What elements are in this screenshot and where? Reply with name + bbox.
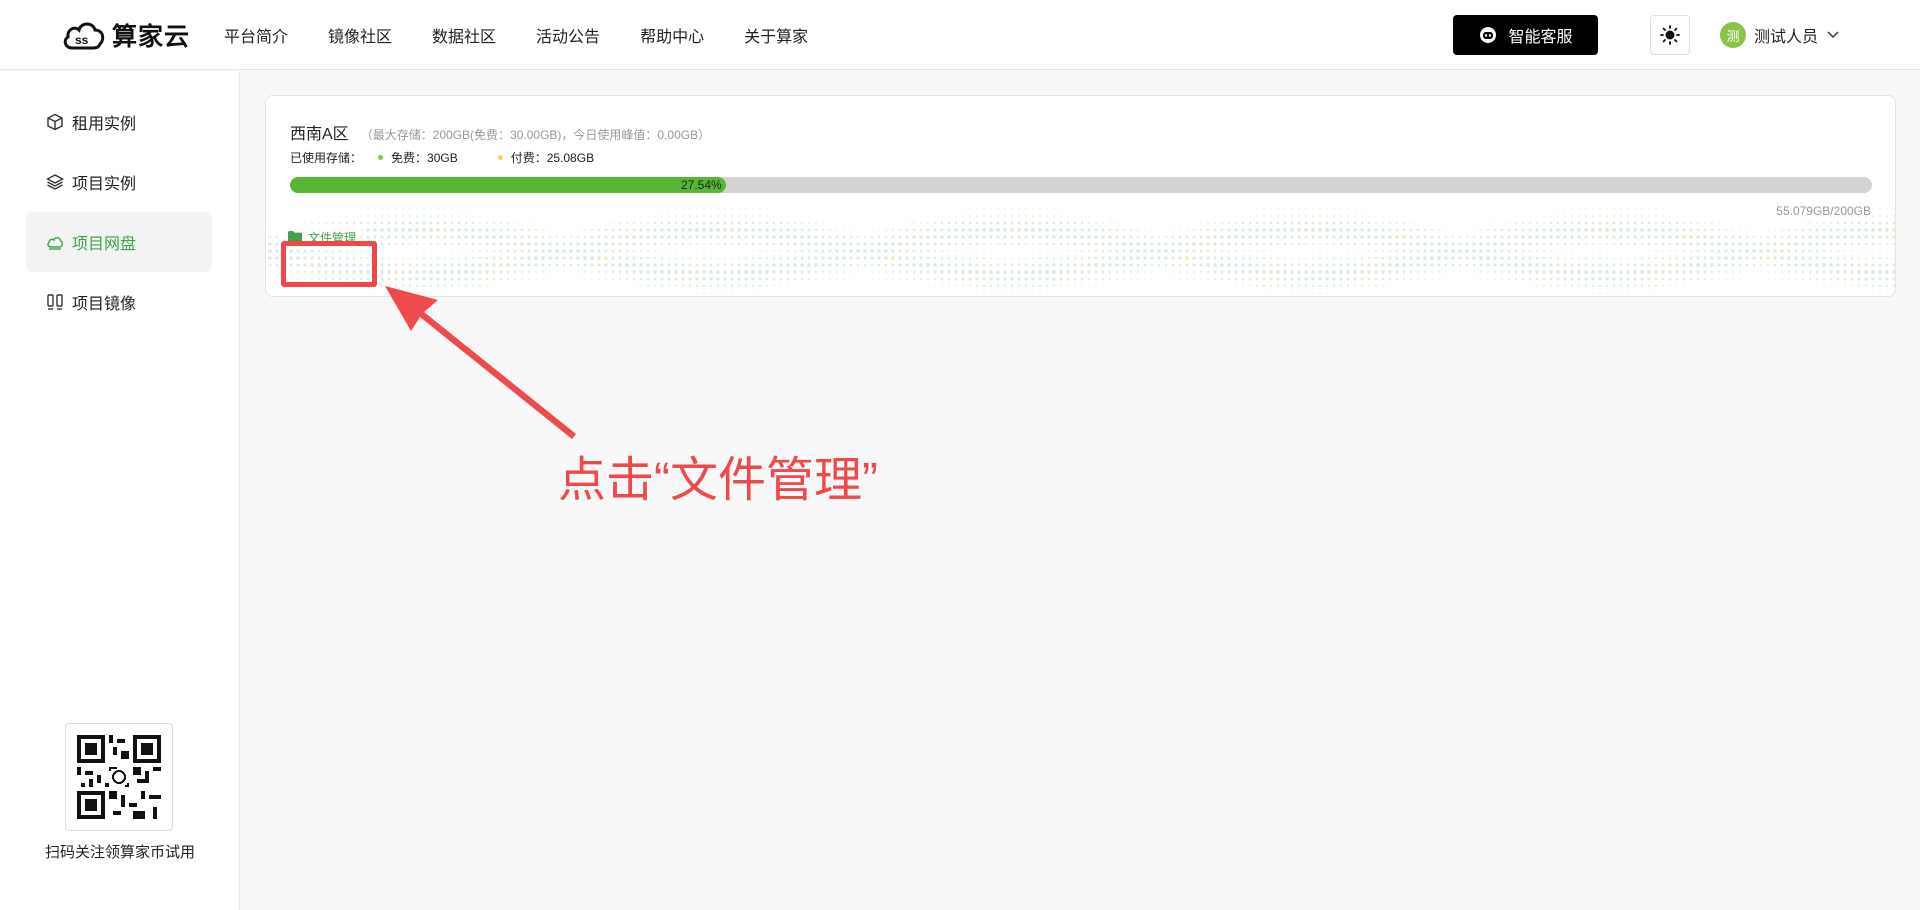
- sidebar-item-label: 租用实例: [72, 116, 137, 133]
- nav-image-community[interactable]: 镜像社区: [328, 23, 392, 47]
- free-dot-icon: [378, 155, 384, 160]
- cloud-logo-icon: ss: [63, 22, 105, 50]
- smart-service-label: 智能客服: [1508, 29, 1573, 46]
- user-name: 测试人员: [1754, 29, 1819, 46]
- sidebar-item-label: 项目实例: [72, 176, 137, 193]
- nav-announcements[interactable]: 活动公告: [536, 23, 600, 47]
- sun-icon: [1660, 25, 1680, 45]
- robot-icon: [1480, 27, 1497, 43]
- avatar: 测: [1720, 22, 1746, 48]
- svg-text:ss: ss: [75, 33, 89, 47]
- main-nav: 平台简介 镜像社区 数据社区 活动公告 帮助中心 关于算家: [224, 0, 848, 70]
- region-header: 西南A区 （最大存储：200GB(免费：30.00GB)，今日使用峰值：0.00…: [290, 120, 710, 144]
- cloud-icon: [47, 236, 64, 250]
- user-menu[interactable]: 测 测试人员: [1720, 15, 1840, 55]
- smart-service-button[interactable]: 智能客服: [1453, 15, 1598, 55]
- progress-percent: 27.54%: [680, 178, 722, 192]
- nav-platform-intro[interactable]: 平台简介: [224, 23, 288, 47]
- sidebar-item-project-image[interactable]: 项目镜像: [26, 272, 212, 332]
- logo[interactable]: ss 算家云: [62, 12, 190, 58]
- layers-icon: [46, 174, 64, 190]
- sidebar: 租用实例 项目实例 项目网盘 项目镜像 扫码关注领算家币试用: [0, 71, 240, 910]
- storage-total: 55.079GB/200GB: [1776, 204, 1871, 218]
- nav-about[interactable]: 关于算家: [744, 23, 808, 47]
- mirror-icon: [47, 294, 63, 310]
- theme-toggle-button[interactable]: [1650, 15, 1690, 55]
- annotation-arrow-icon: [385, 286, 576, 439]
- cube-icon: [47, 113, 63, 131]
- storage-card: 西南A区 （最大存储：200GB(免费：30.00GB)，今日使用峰值：0.00…: [265, 95, 1896, 297]
- storage-progress-bar: 27.54%: [290, 177, 1872, 193]
- sidebar-item-rent-instance[interactable]: 租用实例: [26, 92, 212, 152]
- qr-code-image: [77, 735, 161, 819]
- sidebar-item-project-disk[interactable]: 项目网盘: [26, 212, 212, 272]
- annotation-text: 点击“文件管理”: [558, 454, 878, 507]
- region-meta: （最大存储：200GB(免费：30.00GB)，今日使用峰值：0.00GB）: [360, 128, 711, 142]
- region-name: 西南A区: [290, 126, 349, 143]
- sidebar-item-label: 项目镜像: [72, 296, 137, 313]
- top-header: ss 算家云 平台简介 镜像社区 数据社区 活动公告 帮助中心 关于算家 智能客…: [0, 0, 1920, 70]
- sidebar-item-project-instance[interactable]: 项目实例: [26, 152, 212, 212]
- logo-text: 算家云: [112, 23, 191, 51]
- nav-help-center[interactable]: 帮助中心: [640, 23, 704, 47]
- chevron-down-icon: [1827, 31, 1839, 39]
- usage-summary: 已使用存储： 免费：30GB 付费：25.08GB: [290, 149, 594, 166]
- used-storage-label: 已使用存储：: [290, 151, 363, 165]
- free-storage-value: 免费：30GB: [391, 151, 458, 165]
- sidebar-item-label: 项目网盘: [72, 236, 137, 253]
- nav-data-community[interactable]: 数据社区: [432, 23, 496, 47]
- paid-dot-icon: [497, 155, 503, 160]
- qr-caption: 扫码关注领算家币试用: [44, 844, 195, 861]
- paid-storage-value: 付费：25.08GB: [510, 151, 595, 165]
- annotation-highlight-box: [281, 241, 377, 287]
- qr-code: [65, 723, 173, 831]
- storage-progress-fill: 27.54%: [290, 177, 726, 193]
